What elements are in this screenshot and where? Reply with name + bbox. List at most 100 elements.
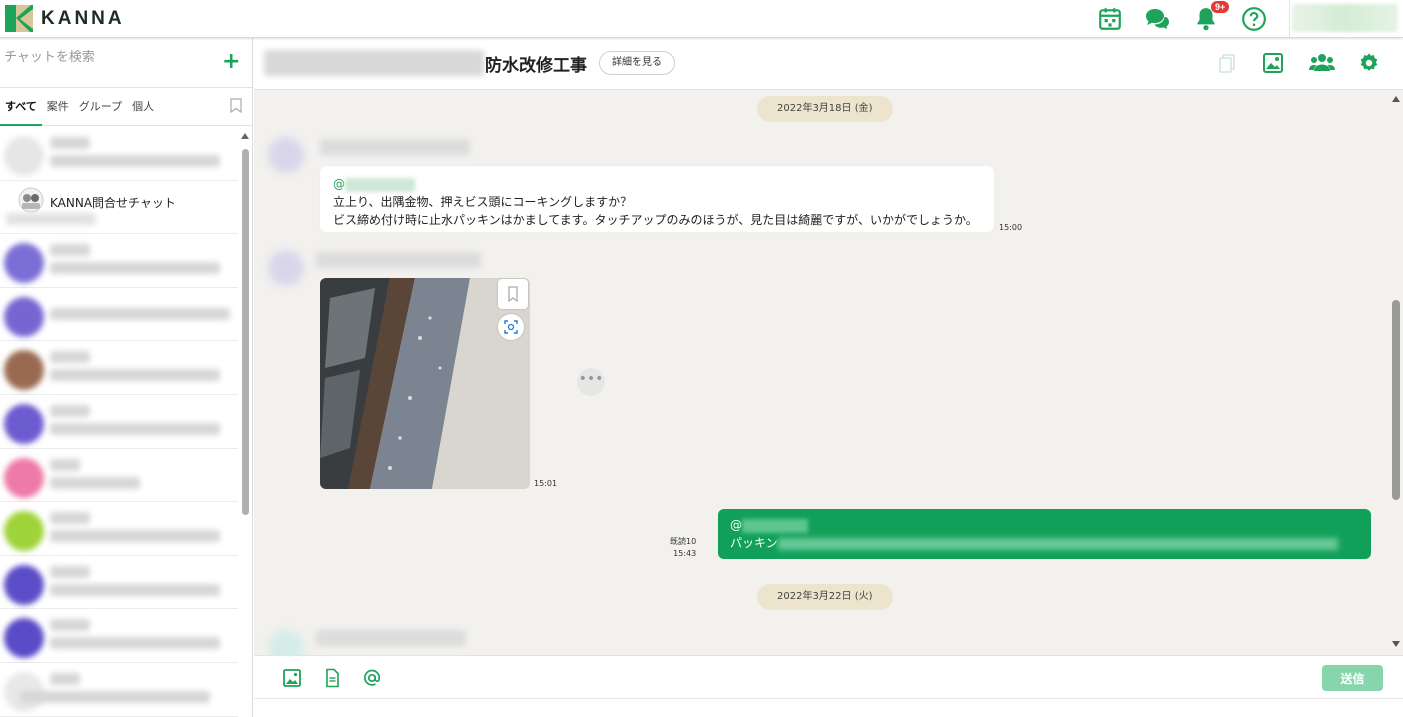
avatar [268, 630, 304, 655]
blurred-message-text [777, 537, 1338, 550]
logo-text: KANNA [41, 7, 125, 29]
attach-file-icon[interactable] [322, 668, 342, 688]
message-scrollbar[interactable] [1389, 90, 1403, 655]
list-item[interactable] [0, 127, 238, 181]
date-separator: 2022年3月22日 (火) [757, 584, 893, 610]
avatar [4, 350, 44, 391]
blurred-chat-preview [50, 422, 220, 435]
blurred-chat-preview [50, 637, 220, 650]
avatar [4, 564, 44, 605]
blurred-chat-preview [50, 262, 220, 275]
blurred-sender-name [320, 139, 470, 155]
blurred-chat-name [50, 351, 90, 364]
settings-gear-icon[interactable] [1358, 52, 1380, 74]
blurred-sender-name [316, 252, 481, 268]
list-item[interactable] [0, 288, 238, 342]
avatar [4, 243, 44, 284]
top-bar: KANNA 9+ [0, 0, 1403, 38]
mention[interactable]: @ [730, 518, 742, 532]
scroll-up-arrow-icon[interactable] [241, 133, 249, 139]
list-item[interactable] [0, 341, 238, 395]
message-time: 15:01 [534, 479, 558, 488]
tab-groups[interactable]: グループ [74, 88, 127, 126]
chat-main: 防水改修工事 詳細を見る 2022年3月18日 (金) @ 立上り、出隅金物、押… [254, 38, 1403, 717]
kanna-logo[interactable]: KANNA [5, 5, 125, 32]
bookmark-icon [508, 286, 518, 303]
user-menu[interactable] [1292, 4, 1398, 32]
bookmark-icon[interactable] [230, 98, 242, 113]
tab-personal[interactable]: 個人 [127, 88, 159, 126]
avatar [4, 136, 44, 176]
sidebar-scroll-thumb[interactable] [242, 149, 249, 515]
image-gallery-icon[interactable] [1262, 52, 1284, 74]
list-item[interactable] [0, 502, 238, 556]
more-options-icon[interactable]: ••• [577, 368, 605, 396]
blurred-chat-preview [50, 155, 220, 167]
image-bookmark-button[interactable] [498, 279, 528, 309]
message-text: パッキン [730, 536, 778, 550]
view-details-button[interactable]: 詳細を見る [599, 51, 675, 75]
tab-all[interactable]: すべて [0, 88, 42, 126]
blurred-chat-name [50, 672, 80, 685]
blurred-chat-name [50, 619, 90, 632]
read-receipt: 既読10 15:43 [670, 536, 696, 560]
document-copy-icon[interactable] [1216, 52, 1238, 74]
message-text: 立上り、出隅金物、押えビス頭にコーキングしますか？ [333, 195, 633, 209]
calendar-icon[interactable] [1097, 6, 1123, 32]
avatar [4, 296, 44, 337]
blurred-chat-preview [50, 476, 140, 489]
blurred-mention-user [742, 518, 808, 533]
photo-attachment[interactable] [320, 278, 530, 489]
chat-search-input[interactable] [4, 50, 204, 65]
send-button[interactable]: 送信 [1322, 665, 1383, 691]
notification-badge: 9+ [1211, 1, 1230, 13]
blurred-project-name [264, 50, 484, 76]
list-item[interactable] [0, 663, 238, 717]
sidebar-scrollbar[interactable] [239, 131, 252, 717]
message-thread: 2022年3月18日 (金) @ 立上り、出隅金物、押えビス頭にコーキングします… [254, 90, 1389, 655]
message-composer: 送信 [254, 655, 1403, 717]
read-count: 既読10 [670, 537, 697, 546]
list-item[interactable] [0, 449, 238, 503]
chat-title: 防水改修工事 [485, 56, 587, 76]
list-item[interactable] [0, 234, 238, 288]
avatar [4, 511, 44, 552]
message-text: ビス締め付け時に止水パッキンはかましてます。タッチアップのみのほうが、見た目は綺… [333, 213, 978, 227]
message-time: 15:43 [673, 549, 697, 558]
search-row: + [0, 38, 252, 88]
chat-list: KANNA問合せチャット [0, 127, 238, 717]
tab-projects[interactable]: 案件 [42, 88, 74, 126]
add-chat-button[interactable]: + [222, 51, 240, 73]
scan-focus-icon [504, 320, 518, 334]
blurred-chat-name [50, 404, 90, 417]
members-icon[interactable] [1309, 52, 1335, 74]
chat-name: KANNA問合せチャット [50, 195, 176, 210]
blurred-chat-preview [50, 369, 220, 382]
message-bubble[interactable]: @ 立上り、出隅金物、押えビス頭にコーキングしますか？ ビス締め付け時に止水パッ… [320, 166, 994, 232]
message-bubble-outgoing[interactable]: @ パッキン [718, 509, 1371, 559]
blurred-chat-name [50, 137, 90, 149]
scroll-up-arrow-icon[interactable] [1392, 96, 1400, 102]
list-item[interactable] [0, 609, 238, 663]
avatar [4, 403, 44, 444]
scroll-down-arrow-icon[interactable] [1392, 641, 1400, 647]
mention[interactable]: @ [333, 177, 345, 191]
blurred-chat-preview [50, 307, 230, 320]
rooftop-drain-photo [320, 278, 530, 489]
blurred-sender-name [316, 630, 466, 646]
topbar-divider [1289, 0, 1290, 38]
chat-bubbles-icon[interactable] [1144, 6, 1170, 32]
message-scroll-thumb[interactable] [1392, 300, 1400, 500]
image-zoom-button[interactable] [498, 314, 524, 340]
list-item[interactable] [0, 556, 238, 610]
blurred-chat-preview [50, 583, 220, 596]
blurred-chat-preview [6, 212, 96, 225]
blurred-chat-name [50, 512, 90, 525]
attach-image-icon[interactable] [282, 668, 302, 688]
avatar [4, 457, 44, 498]
help-icon[interactable] [1241, 6, 1267, 32]
mention-at-icon[interactable] [362, 668, 382, 688]
blurred-chat-name [50, 458, 80, 471]
list-item[interactable] [0, 395, 238, 449]
list-item[interactable]: KANNA問合せチャット [0, 181, 238, 235]
